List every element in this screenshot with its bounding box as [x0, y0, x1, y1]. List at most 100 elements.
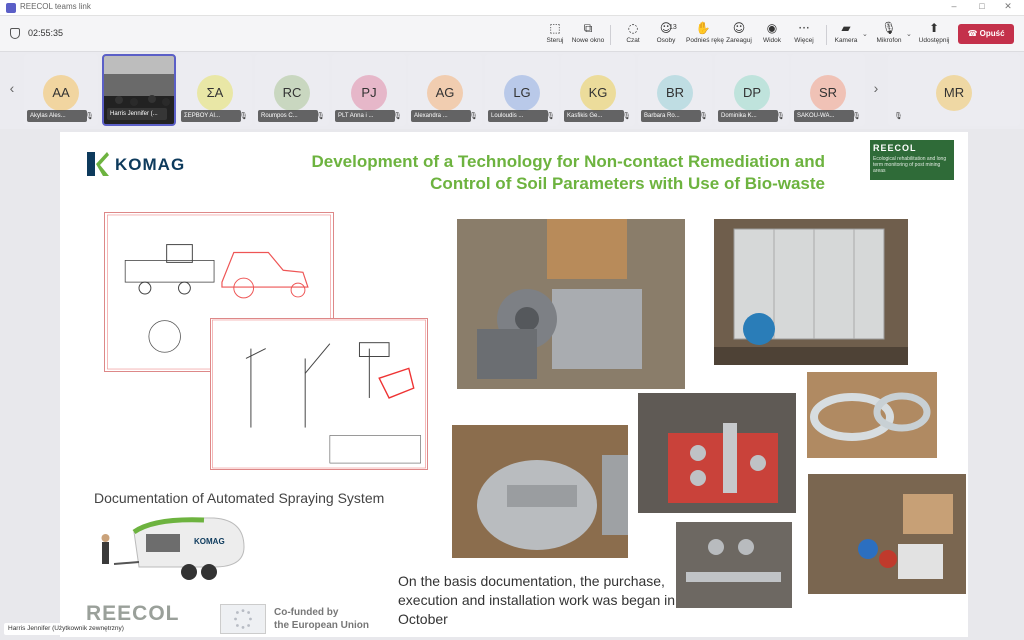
shared-screen-stage: KOMAG Development of a Technology for No…: [0, 129, 1024, 640]
photo-ibc-tank: [714, 219, 908, 365]
participant-tile[interactable]: ΣA ΣΕΡΒΟΥ ΑΙ... 🎙: [178, 54, 252, 126]
participant-tile[interactable]: SR SAKOU-WA... 🎙: [791, 54, 865, 126]
avatar: SR: [810, 75, 846, 111]
mic-muted-icon: 🎙: [776, 112, 785, 120]
participant-tile-video[interactable]: Harris Jennifer (...: [102, 54, 176, 126]
trailer-komag-label: KOMAG: [194, 537, 225, 546]
people-count: 13: [669, 24, 677, 31]
participant-name: Dominika K...: [718, 110, 778, 122]
mic-muted-icon: 🎙: [699, 112, 708, 120]
avatar: PJ: [351, 75, 387, 111]
participant-strip: ‹ AA Akylas Ales... 🎙 Harris Jennifer (.…: [0, 52, 1024, 129]
share-button[interactable]: ⬆ Udostępnij: [917, 21, 951, 49]
meeting-timer: 02:55:35: [28, 28, 64, 38]
avatar: KG: [580, 75, 616, 111]
avatar: MR: [936, 75, 972, 111]
camera-options-chevron-icon[interactable]: ⌄: [862, 30, 868, 38]
camera-off-icon: ▰: [841, 21, 851, 35]
photo-pipe-fittings: [638, 393, 796, 513]
avatar: DP: [734, 75, 770, 111]
mic-muted-icon: 🎙: [239, 112, 248, 120]
participant-tile[interactable]: AA Akylas Ales... 🎙: [24, 54, 98, 126]
presentation-slide: KOMAG Development of a Technology for No…: [60, 132, 968, 637]
participant-tile[interactable]: RC Roumpos C... 🎙: [255, 54, 329, 126]
avatar: AA: [43, 75, 79, 111]
caption-documentation: Documentation of Automated Spraying Syst…: [94, 490, 385, 506]
camera-button[interactable]: ▰ Kamera: [829, 21, 863, 49]
sprayer-drawing: [210, 318, 428, 470]
phone-hangup-icon: ☎: [967, 29, 978, 38]
participant-tile[interactable]: KG Kasfikis Ge... 🎙: [561, 54, 635, 126]
participant-tile[interactable]: AG Alexandra ... 🎙: [408, 54, 482, 126]
more-icon: ···: [798, 21, 810, 35]
toolbar-divider: [826, 25, 827, 45]
scroll-right-icon[interactable]: ›: [870, 80, 882, 96]
mic-muted-icon: 🎙: [546, 112, 555, 120]
sprayer-trailer-illustration: [101, 517, 245, 580]
photo-gear-motor: [457, 219, 685, 389]
avatar: BR: [657, 75, 693, 111]
microphone-button[interactable]: 🎙 Mikrofon: [872, 21, 906, 49]
mic-muted-icon: 🎙: [469, 112, 478, 120]
new-window-icon: ⧉: [583, 21, 593, 35]
participant-name: Kasfikis Ge...: [564, 110, 624, 122]
komag-logo: KOMAG: [115, 155, 186, 174]
view-button[interactable]: ◉ Widok: [755, 21, 789, 49]
people-button[interactable]: ☺ 13 Osoby: [649, 21, 683, 49]
photo-hoses: [807, 372, 937, 458]
participant-name: Barbara Ro...: [641, 110, 701, 122]
share-icon: ⬆: [928, 21, 940, 35]
participant-tile[interactable]: BR Barbara Ro... 🎙: [638, 54, 712, 126]
participant-name: Roumpos C...: [258, 110, 318, 122]
mic-muted-icon: 🎙: [894, 112, 903, 120]
mic-muted-icon: 🎙: [622, 112, 631, 120]
eu-cofunded-text: Co-funded by the European Union: [274, 607, 369, 631]
more-button[interactable]: ··· Więcej: [787, 21, 821, 49]
meeting-toolbar: 02:55:35 ⬚ Steruj ⧉ Nowe okno ◌ Czat ☺ 1…: [0, 16, 1024, 52]
new-window-button[interactable]: ⧉ Nowe okno: [571, 21, 605, 49]
mic-muted-icon: 🎙: [393, 112, 402, 120]
title-bar: REECOL teams link – □ ✕: [0, 0, 1024, 16]
avatar: AG: [427, 75, 463, 111]
teams-app-icon: [6, 3, 16, 13]
raise-hand-icon: ✋: [695, 21, 711, 35]
mic-muted-icon: 🎙: [316, 112, 325, 120]
participant-tile[interactable]: LG Louloudis ... 🎙: [485, 54, 559, 126]
participant-tile[interactable]: DP Dominika K... 🎙: [715, 54, 789, 126]
avatar: RC: [274, 75, 310, 111]
scroll-left-icon[interactable]: ‹: [6, 80, 18, 96]
reecol-logo: REECOL Ecological rehabilitation and lon…: [870, 140, 954, 180]
teams-meeting-window: REECOL teams link – □ ✕ 02:55:35 ⬚ Steru…: [0, 0, 1024, 640]
photo-flanges: [452, 425, 628, 558]
share-screen-button[interactable]: ⬚ Steruj: [538, 21, 572, 49]
caption-basis: On the basis documentation, the purchase…: [398, 573, 676, 627]
presenter-name-label: Harris Jennifer (Użytkownik zewnętrzny): [4, 623, 128, 635]
react-icon: ☺: [732, 21, 746, 35]
view-icon: ◉: [766, 21, 778, 35]
toolbar-divider: [610, 25, 611, 45]
close-icon[interactable]: ✕: [998, 1, 1018, 12]
mic-options-chevron-icon[interactable]: ⌄: [906, 30, 912, 38]
participant-name: PLT Anna i ...: [335, 110, 395, 122]
leave-button[interactable]: ☎ Opuść: [958, 24, 1014, 44]
people-icon: ☺: [659, 21, 673, 35]
chat-button[interactable]: ◌ Czat: [616, 21, 650, 49]
photo-shafts: [676, 522, 792, 608]
participant-name: SAKOU-WA...: [794, 110, 854, 122]
avatar: LG: [504, 75, 540, 111]
chat-icon: ◌: [627, 21, 639, 35]
photo-pump-parts: [808, 474, 966, 594]
react-button[interactable]: ☺ Zareaguj: [722, 21, 756, 49]
window-title: REECOL teams link: [20, 2, 91, 11]
mic-muted-icon: 🎙: [85, 112, 94, 120]
participant-tile[interactable]: PJ PLT Anna i ... 🎙: [332, 54, 406, 126]
mic-muted-icon: 🎙: [852, 112, 861, 120]
participant-name: Louloudis ...: [488, 110, 548, 122]
eu-flag-icon: [220, 604, 266, 634]
share-screen-icon: ⬚: [549, 21, 561, 35]
minimize-icon[interactable]: –: [944, 1, 964, 11]
avatar: ΣA: [197, 75, 233, 111]
maximize-icon[interactable]: □: [972, 1, 992, 11]
raise-hand-button[interactable]: ✋ Podnieś rękę: [686, 21, 724, 49]
participant-tile-self[interactable]: MR 🎙: [888, 54, 1020, 126]
